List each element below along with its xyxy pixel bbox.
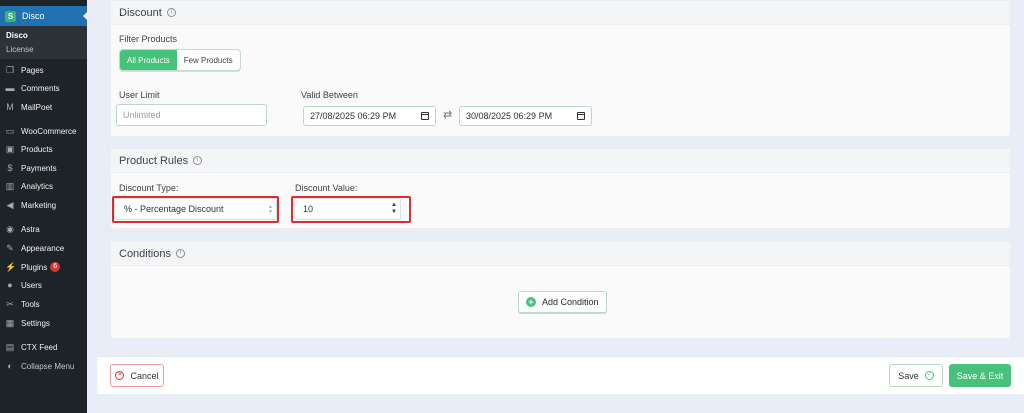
filter-products-toggle: All Products Few Products [119,49,241,71]
conditions-panel: Conditions i [110,241,1011,339]
pages-icon: ❐ [5,65,15,75]
discount-type-value: % - Percentage Discount [124,204,224,214]
submenu-item-disco[interactable]: Disco [6,31,28,40]
valid-between-label: Valid Between [301,90,358,100]
date-to-value: 30/08/2025 06:29 PM [466,111,553,121]
calendar-icon[interactable] [421,112,429,120]
cancel-button[interactable]: ✕ Cancel [110,364,164,387]
marketing-icon: ◀ [6,200,14,210]
product-rules-header: Product Rules i [111,149,1010,173]
sidebar-item-label: Disco [22,11,45,21]
discount-title: Discount [119,6,162,19]
sidebar-item-plugins[interactable]: ⚡ Plugins 6 [5,260,61,274]
comments-icon: ▬ [5,83,15,93]
sidebar-item-settings[interactable]: ▦ Settings [5,316,50,330]
admin-sidebar: S Disco Disco License ❐ Pages ▬ Comments… [0,0,88,413]
all-products-option[interactable]: All Products [120,50,177,70]
date-to-input[interactable]: 30/08/2025 06:29 PM [459,106,592,126]
add-condition-button[interactable]: + Add Condition [518,291,607,313]
sidebar-item-tools[interactable]: ✂ Tools [5,297,39,311]
submenu-item-license[interactable]: License [6,45,34,54]
discount-panel: Discount i Filter Products All Products … [110,0,1011,137]
conditions-title: Conditions [119,247,171,260]
tools-icon: ✂ [6,299,14,309]
sidebar-item-analytics[interactable]: ▥ Analytics [5,179,53,193]
sidebar-submenu: Disco License [0,26,87,59]
info-icon[interactable]: i [175,249,185,258]
sidebar-collapse-menu[interactable]: ◐ Collapse Menu [5,359,74,373]
collapse-icon: ◐ [7,361,13,371]
astra-icon: ◉ [6,224,14,234]
user-limit-label: User Limit [119,90,160,100]
check-icon: ✓ [924,371,934,380]
sidebar-item-comments[interactable]: ▬ Comments [5,81,60,95]
sidebar-item-marketing[interactable]: ◀ Marketing [5,198,57,212]
sidebar-item-users[interactable]: ● Users [5,278,42,292]
disco-logo-icon: S [5,10,16,22]
appearance-icon: ✎ [6,243,14,253]
swap-arrows-icon: ⇄ [443,109,453,121]
save-button[interactable]: Save ✓ [889,364,943,387]
sidebar-item-disco[interactable]: S Disco [0,6,88,26]
close-icon: ✕ [115,371,125,380]
sidebar-item-products[interactable]: ▣ Products [5,142,53,156]
settings-icon: ▦ [5,318,15,328]
sidebar-item-payments[interactable]: $ Payments [5,161,56,175]
users-icon: ● [7,280,13,290]
filter-products-label: Filter Products [119,34,178,44]
calendar-icon[interactable] [577,112,585,120]
footer-bar [97,356,1024,394]
payments-icon: $ [7,163,13,173]
date-from-input[interactable]: 27/08/2025 06:29 PM [303,106,436,126]
ctx-feed-icon: ▤ [5,342,15,352]
analytics-icon: ▥ [5,181,15,191]
few-products-option[interactable]: Few Products [177,50,240,70]
discount-type-label: Discount Type: [119,183,179,193]
woocommerce-icon: ▭ [5,126,15,136]
products-icon: ▣ [5,144,15,154]
date-from-value: 27/08/2025 06:29 PM [310,111,397,121]
sidebar-item-mailpoet[interactable]: M MailPoet [5,100,52,114]
product-rules-title: Product Rules [119,154,189,167]
sidebar-item-ctx-feed[interactable]: ▤ CTX Feed [5,340,58,354]
conditions-header: Conditions i [111,242,1010,266]
discount-value-label: Discount Value: [295,183,358,193]
discount-value-input[interactable]: 10 ▲ ▼ [294,198,401,220]
discount-panel-header: Discount i [111,1,1010,25]
active-pointer-icon [83,11,88,21]
plugins-icon: ⚡ [5,262,17,272]
sidebar-item-pages[interactable]: ❐ Pages [5,63,44,77]
plugins-update-badge: 6 [50,262,61,272]
mailpoet-icon: M [6,102,14,112]
sidebar-item-astra[interactable]: ◉ Astra [5,222,40,236]
discount-type-select[interactable]: % - Percentage Discount ▲ ▼ [114,198,277,220]
chevron-updown-icon: ▲ ▼ [268,204,273,215]
discount-value: 10 [303,204,314,214]
sidebar-item-appearance[interactable]: ✎ Appearance [5,241,64,255]
user-limit-input[interactable]: Unlimited [116,104,267,126]
info-icon[interactable]: i [193,156,203,165]
save-exit-button[interactable]: Save & Exit [949,364,1011,387]
number-stepper-icon[interactable]: ▲ ▼ [391,202,397,216]
plus-icon: + [526,297,536,307]
sidebar-item-woocommerce[interactable]: ▭ WooCommerce [5,124,77,138]
info-icon[interactable]: i [166,8,176,17]
